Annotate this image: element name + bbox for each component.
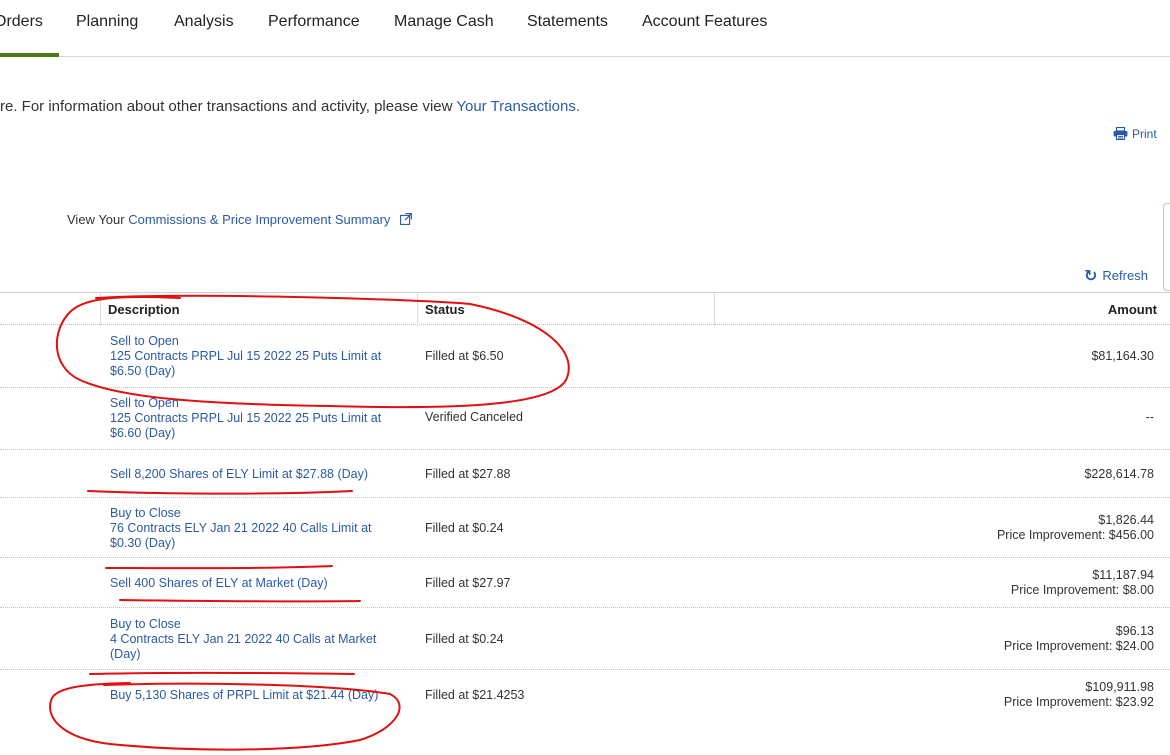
external-link-icon[interactable] [400, 213, 413, 225]
order-detail-cont: (Day) [110, 647, 141, 661]
nav-tab-planning[interactable]: Planning [76, 13, 138, 31]
active-tab-indicator [0, 53, 59, 57]
table-row: Buy to Close 4 Contracts ELY Jan 21 2022… [0, 608, 1170, 670]
refresh-label: Refresh [1102, 268, 1148, 283]
order-status: Filled at $27.97 [425, 576, 511, 590]
nav-tab-orders[interactable]: Orders [0, 13, 43, 31]
order-detail: Sell 400 Shares of ELY at Market (Day) [110, 576, 328, 590]
order-amount-cell: $1,826.44 Price Improvement: $456.00 [997, 513, 1154, 543]
order-action: Sell to Open [110, 396, 179, 410]
order-description[interactable]: Buy to Close 4 Contracts ELY Jan 21 2022… [110, 617, 410, 662]
table-row: Sell 8,200 Shares of ELY Limit at $27.88… [0, 450, 1170, 498]
order-action: Buy to Close [110, 617, 181, 631]
order-amount: $81,164.30 [1091, 349, 1154, 363]
header-amount[interactable]: Amount [1108, 302, 1157, 317]
price-improvement: Price Improvement: $456.00 [996, 528, 1154, 542]
order-amount: -- [1145, 410, 1154, 424]
order-amount-cell: $96.13 Price Improvement: $24.00 [1004, 624, 1154, 654]
table-header: Description Status Amount [0, 292, 1170, 326]
order-detail-cont: $6.50 (Day) [110, 364, 176, 378]
print-label: Print [1132, 127, 1157, 141]
order-detail: Sell 8,200 Shares of ELY Limit at $27.88… [110, 467, 369, 481]
header-status[interactable]: Status [425, 302, 465, 317]
orders-table: Description Status Amount Sell to Open 1… [0, 292, 1170, 709]
printer-icon [1113, 126, 1128, 141]
info-text-body: re. For information about other transact… [0, 98, 457, 115]
commissions-prefix: View Your [67, 212, 129, 227]
your-transactions-link[interactable]: Your Transactions. [456, 98, 580, 115]
order-description[interactable]: Sell 400 Shares of ELY at Market (Day) [110, 576, 410, 591]
table-row: Sell 400 Shares of ELY at Market (Day) F… [0, 558, 1170, 608]
order-description[interactable]: Sell 8,200 Shares of ELY Limit at $27.88… [110, 467, 410, 482]
table-row: Buy to Close 76 Contracts ELY Jan 21 202… [0, 498, 1170, 558]
order-detail: 125 Contracts PRPL Jul 15 2022 25 Puts L… [110, 411, 382, 425]
top-nav: Orders Planning Analysis Performance Man… [0, 0, 1170, 57]
order-amount: $11,187.94 [1092, 568, 1154, 582]
side-panel-tab[interactable] [1163, 203, 1170, 291]
order-action: Sell to Open [110, 334, 179, 348]
order-status: Verified Canceled [425, 410, 523, 424]
header-description[interactable]: Description [108, 302, 180, 317]
print-button[interactable]: Print [1113, 126, 1157, 141]
order-description[interactable]: Sell to Open 125 Contracts PRPL Jul 15 2… [110, 334, 410, 379]
table-row: Sell to Open 125 Contracts PRPL Jul 15 2… [0, 388, 1170, 450]
table-row: Buy 5,130 Shares of PRPL Limit at $21.44… [0, 670, 1170, 732]
order-action: Buy to Close [110, 506, 181, 520]
column-divider [100, 293, 101, 326]
order-amount: $109,911.98 [1085, 680, 1154, 694]
order-status: Filled at $0.24 [425, 632, 504, 646]
order-description[interactable]: Sell to Open 125 Contracts PRPL Jul 15 2… [110, 396, 410, 441]
order-status: Filled at $0.24 [425, 521, 504, 535]
order-detail: 4 Contracts ELY Jan 21 2022 40 Calls at … [110, 632, 377, 646]
order-amount: $228,614.78 [1084, 467, 1154, 481]
nav-tab-statements[interactable]: Statements [527, 13, 608, 31]
nav-tab-performance[interactable]: Performance [268, 13, 360, 31]
order-amount-cell: $11,187.94 Price Improvement: $8.00 [1011, 568, 1154, 598]
price-improvement: Price Improvement: $23.92 [1003, 695, 1154, 709]
order-detail: Buy 5,130 Shares of PRPL Limit at $21.44… [110, 688, 379, 702]
order-description[interactable]: Buy 5,130 Shares of PRPL Limit at $21.44… [110, 688, 410, 703]
nav-tab-analysis[interactable]: Analysis [174, 13, 234, 31]
order-amount-cell: $109,911.98 Price Improvement: $23.92 [1004, 680, 1154, 710]
order-status: Filled at $27.88 [425, 467, 511, 481]
table-row: Sell to Open 125 Contracts PRPL Jul 15 2… [0, 326, 1170, 388]
column-divider [417, 293, 418, 326]
order-detail: 125 Contracts PRPL Jul 15 2022 25 Puts L… [110, 349, 382, 363]
order-detail-cont: $6.60 (Day) [110, 426, 176, 440]
order-status: Filled at $6.50 [425, 349, 504, 363]
column-divider [714, 293, 715, 326]
refresh-button[interactable]: ↻ Refresh [1084, 266, 1148, 286]
price-improvement: Price Improvement: $8.00 [1010, 583, 1154, 597]
order-amount: $96.13 [1115, 624, 1154, 638]
nav-tab-manage-cash[interactable]: Manage Cash [394, 13, 494, 31]
nav-tab-account-features[interactable]: Account Features [642, 13, 767, 31]
refresh-icon: ↻ [1084, 268, 1098, 285]
order-amount: $1,826.44 [1098, 513, 1154, 527]
commissions-summary: View Your Commissions & Price Improvemen… [67, 212, 413, 227]
order-detail-cont: $0.30 (Day) [110, 536, 176, 550]
order-description[interactable]: Buy to Close 76 Contracts ELY Jan 21 202… [110, 506, 410, 551]
price-improvement: Price Improvement: $24.00 [1003, 639, 1154, 653]
commissions-summary-link[interactable]: Commissions & Price Improvement Summary [128, 212, 390, 227]
order-detail: 76 Contracts ELY Jan 21 2022 40 Calls Li… [110, 521, 372, 535]
info-text: re. For information about other transact… [0, 98, 580, 115]
order-status: Filled at $21.4253 [425, 688, 525, 702]
